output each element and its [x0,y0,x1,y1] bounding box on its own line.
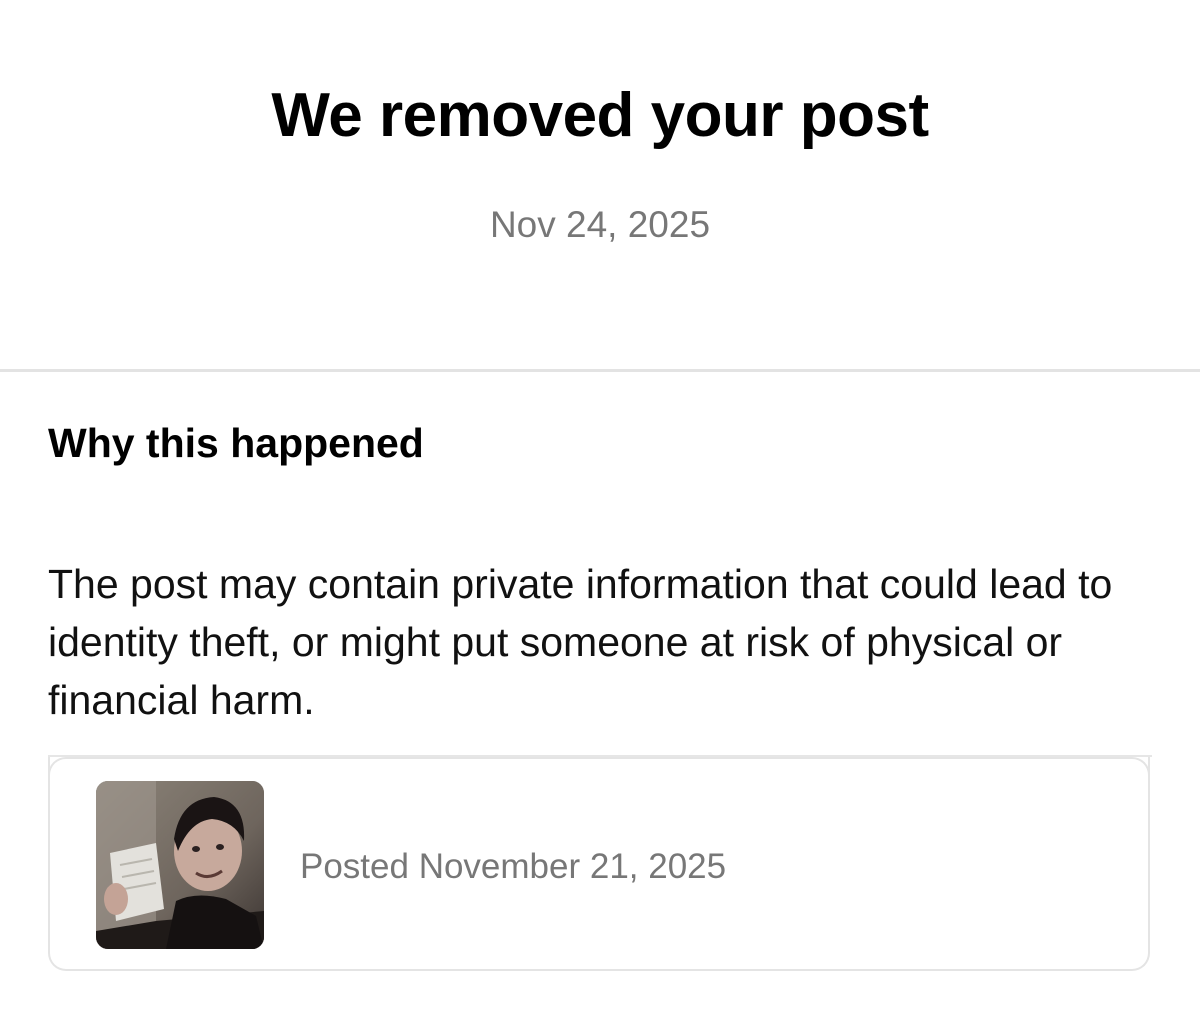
post-thumbnail-image [96,781,264,949]
page-title: We removed your post [271,81,929,150]
header-divider [0,369,1200,372]
removed-post-card[interactable]: Posted November 21, 2025 [48,757,1150,971]
section-heading-why: Why this happened [48,420,424,466]
removal-notice-screen: We removed your post Nov 24, 2025 Why th… [0,0,1200,1019]
removal-reason-text: The post may contain private information… [48,561,1113,723]
notice-date: Nov 24, 2025 [489,204,711,245]
post-photo-thumbnail [96,781,264,949]
post-date-label: Posted November 21, 2025 [300,847,727,886]
